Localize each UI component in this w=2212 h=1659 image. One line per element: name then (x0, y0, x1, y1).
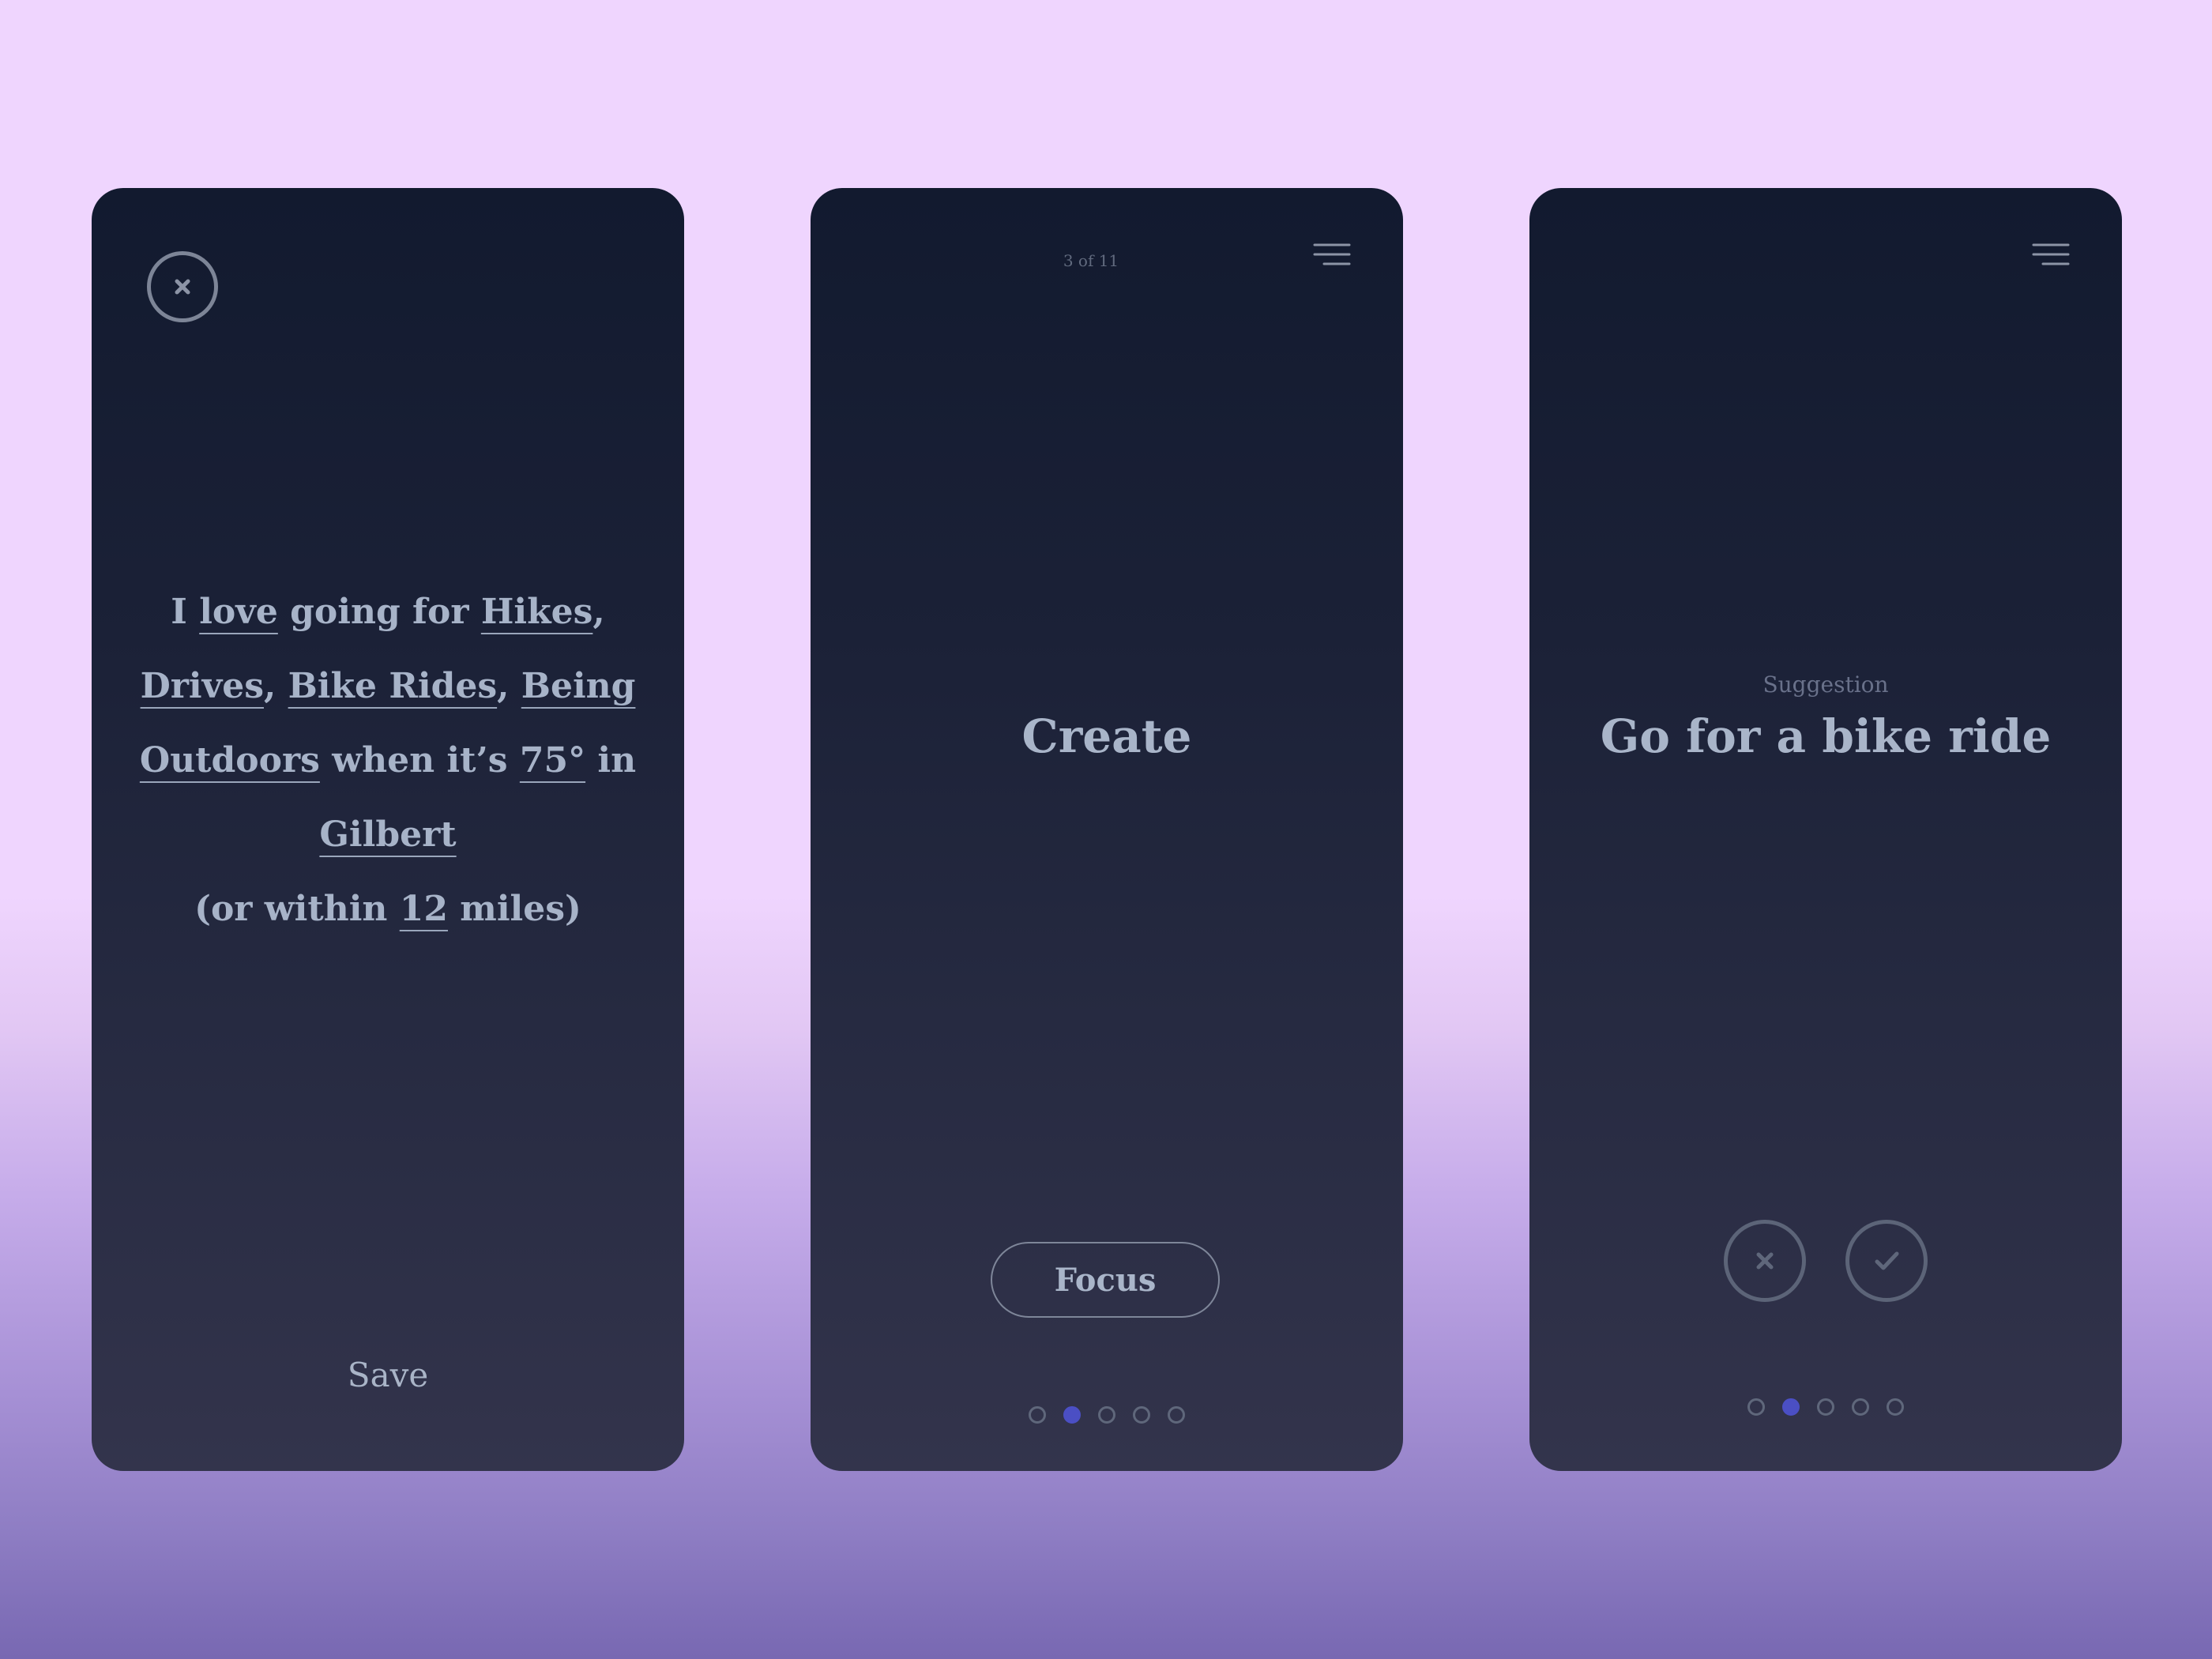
statement-text: , (263, 666, 288, 706)
category-title: Create (1021, 709, 1192, 763)
activity-blank-drives[interactable]: Drives (141, 666, 264, 706)
preferences-statement: I love going for Hikes, Drives, Bike Rid… (139, 575, 637, 946)
suggestion-title: Go for a bike ride (1600, 709, 2052, 763)
preferences-screen: I love going for Hikes, Drives, Bike Rid… (92, 188, 684, 1471)
pagination-dots (1529, 1398, 2122, 1416)
statement-text: when it’s (319, 740, 520, 781)
statement-text: in (585, 740, 637, 781)
statement-text: going for (277, 592, 481, 632)
reject-button[interactable] (1724, 1220, 1806, 1302)
suggestion-label: Suggestion (1762, 672, 1889, 698)
pagination-dot[interactable] (1852, 1398, 1869, 1416)
city-blank[interactable]: Gilbert (319, 814, 456, 855)
check-icon (1875, 1251, 1899, 1270)
pagination-dot[interactable] (1747, 1398, 1765, 1416)
pagination-dot[interactable] (1133, 1406, 1150, 1424)
progress-counter: 3 of 11 (1063, 251, 1119, 270)
pagination-dots (811, 1406, 1403, 1424)
pagination-dot-active[interactable] (1063, 1406, 1081, 1424)
pagination-dot[interactable] (1817, 1398, 1834, 1416)
category-screen: 3 of 11 Create Focus (811, 188, 1403, 1471)
suggestion-screen: Suggestion Go for a bike ride (1529, 188, 2122, 1471)
statement-text: , (592, 592, 605, 632)
menu-icon[interactable] (1313, 242, 1351, 273)
activity-blank-hikes[interactable]: Hikes (481, 592, 593, 632)
pagination-dot-active[interactable] (1782, 1398, 1800, 1416)
temperature-blank[interactable]: 75° (520, 740, 585, 781)
close-button[interactable] (147, 251, 218, 322)
save-button[interactable]: Save (92, 1356, 684, 1394)
feeling-blank[interactable]: love (199, 592, 278, 632)
statement-text: miles) (447, 889, 581, 929)
pagination-dot[interactable] (1887, 1398, 1904, 1416)
accept-button[interactable] (1845, 1220, 1928, 1302)
distance-blank[interactable]: 12 (400, 889, 448, 929)
pagination-dot[interactable] (1098, 1406, 1115, 1424)
close-icon (175, 279, 190, 295)
statement-text: I (171, 592, 200, 632)
menu-icon[interactable] (2032, 242, 2070, 273)
activity-blank-bike-rides[interactable]: Bike Rides (288, 666, 498, 706)
statement-text: , (497, 666, 521, 706)
close-icon (1756, 1252, 1774, 1270)
pagination-dot[interactable] (1168, 1406, 1185, 1424)
pagination-dot[interactable] (1029, 1406, 1046, 1424)
statement-text: (or within (194, 889, 400, 929)
focus-button[interactable]: Focus (991, 1242, 1220, 1318)
